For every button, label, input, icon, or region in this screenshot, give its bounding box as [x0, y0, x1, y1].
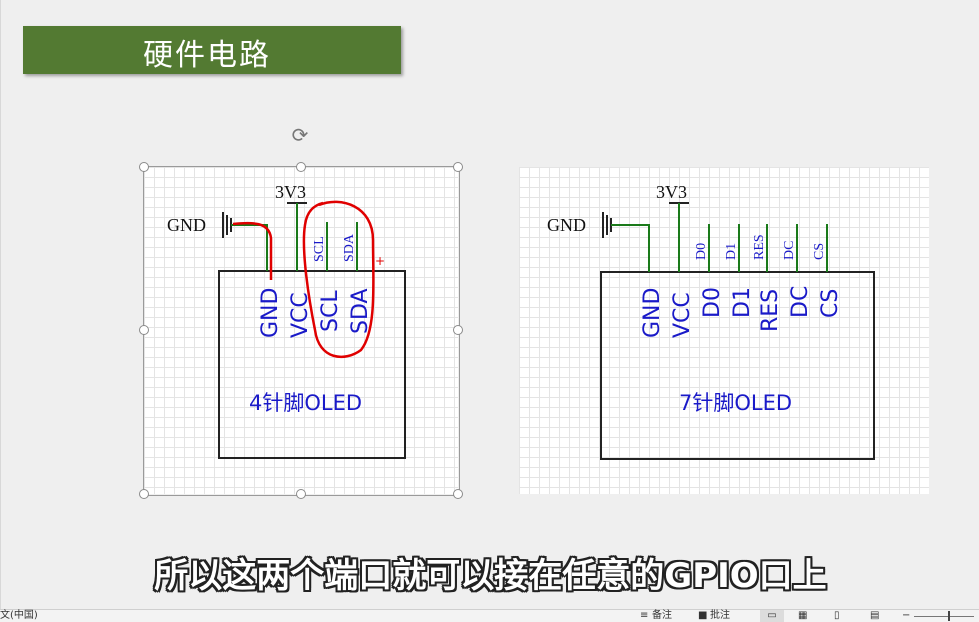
status-bar: 文(中国) ≡ 备注 ■ 批注 ▭ ▦ ▯ ▤ − — [0, 609, 979, 622]
right-pin-d1: D1 — [730, 287, 755, 318]
left-pin-scl: SCL — [318, 290, 343, 332]
left-top-pin-scl: SCL — [312, 236, 327, 262]
left-gnd-wire — [231, 224, 268, 271]
right-ground-label: GND — [547, 215, 586, 235]
right-top-pin-cs: CS — [812, 243, 827, 260]
left-module-label: 4针脚OLED — [249, 391, 362, 415]
resize-handle-bottom-right[interactable] — [453, 489, 463, 499]
right-pin-vcc: VCC — [670, 292, 695, 338]
schematics-svg: GND 3V3 SCL SDA GND VCC SCL SDA 4针脚OLED … — [167, 182, 875, 460]
right-pin-d0: D0 — [700, 287, 725, 318]
right-gnd-wire — [611, 224, 650, 272]
right-power-label: 3V3 — [656, 182, 687, 202]
slideshow-icon[interactable]: ▤ — [870, 610, 879, 622]
resize-handle-top-right[interactable] — [453, 162, 463, 172]
notes-icon: ≡ — [640, 610, 649, 621]
right-top-pin-d1: D1 — [724, 243, 739, 260]
reading-view-icon[interactable]: ▯ — [834, 610, 840, 622]
left-power-label: 3V3 — [275, 182, 306, 202]
left-pin-gnd: GND — [258, 288, 283, 338]
right-module-label: 7针脚OLED — [679, 391, 792, 415]
left-schematic: GND 3V3 SCL SDA GND VCC SCL SDA 4针脚OLED … — [167, 182, 406, 459]
cursor-plus-icon: + — [375, 254, 385, 268]
zoom-slider[interactable] — [914, 610, 974, 622]
zoom-out-icon[interactable]: − — [902, 610, 910, 622]
status-language[interactable]: 文(中国) — [0, 610, 38, 622]
left-ground-label: GND — [167, 215, 206, 235]
normal-view-icon[interactable]: ▭ — [760, 610, 784, 622]
resize-handle-top-left[interactable] — [139, 162, 149, 172]
left-top-pin-sda: SDA — [342, 233, 357, 262]
resize-handle-right[interactable] — [453, 325, 463, 335]
notes-button[interactable]: 备注 — [652, 610, 672, 622]
right-pin-cs: CS — [818, 289, 843, 318]
resize-handle-bottom[interactable] — [296, 489, 306, 499]
resize-handle-left[interactable] — [139, 325, 149, 335]
right-pin-dc: DC — [788, 286, 813, 318]
right-top-pin-d0: D0 — [694, 243, 709, 260]
slide-sorter-icon[interactable]: ▦ — [798, 610, 807, 622]
resize-handle-bottom-left[interactable] — [139, 489, 149, 499]
comments-icon: ■ — [698, 610, 708, 621]
resize-handle-top[interactable] — [296, 162, 306, 172]
comments-button[interactable]: 批注 — [710, 610, 730, 622]
slide-canvas: 硬件电路 ⟳ GND 3V3 SCL SDA GND VCC SCL SDA 4… — [0, 0, 979, 609]
video-subtitle: 所以这两个端口就可以接在任意的GPIO口上 — [154, 556, 827, 596]
right-top-pin-dc: DC — [782, 241, 797, 260]
right-schematic: GND 3V3 D0 D1 RES DC CS GND VCC D0 D1 RE… — [547, 182, 875, 460]
right-top-pin-res: RES — [752, 234, 767, 260]
right-pin-res: RES — [758, 289, 783, 332]
right-pin-gnd: GND — [640, 288, 665, 338]
